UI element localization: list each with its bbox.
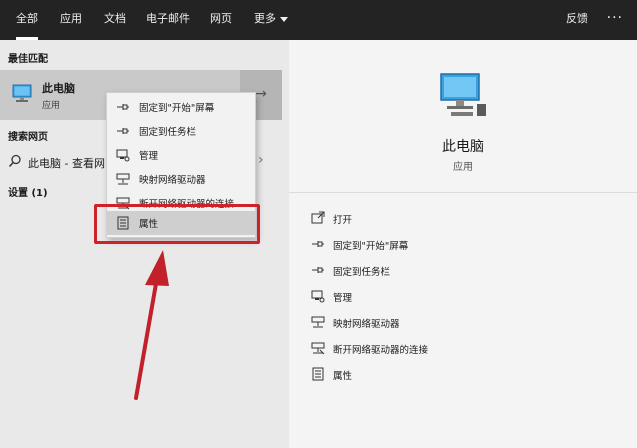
search-icon [8, 154, 21, 168]
action-label: 映射网络驱动器 [333, 319, 400, 330]
pin-icon [312, 267, 324, 273]
search-filter-bar: 全部 应用 文档 电子邮件 网页 更多 反馈 ··· [0, 0, 637, 40]
action-label: 管理 [333, 293, 353, 304]
context-menu-map-drive[interactable]: 映射网络驱动器 [107, 167, 255, 191]
this-pc-icon [440, 73, 486, 116]
tab-apps[interactable]: 应用 [60, 0, 82, 40]
tab-documents[interactable]: 文档 [104, 0, 126, 40]
detail-subtitle: 应用 [453, 162, 473, 173]
context-menu-pin-taskbar[interactable]: 固定到任务栏 [107, 119, 255, 143]
detail-pane: 此电脑 应用 打开 固定到"开始"屏幕 固定到任务栏 管理 映射网络驱动器 断开… [289, 40, 637, 448]
pin-icon [117, 128, 129, 134]
divider [289, 192, 637, 193]
tab-web[interactable]: 网页 [210, 0, 232, 40]
pin-icon [312, 241, 324, 247]
network-drive-icon [311, 316, 325, 328]
tab-more-label: 更多 [254, 12, 276, 25]
best-match-subtitle: 应用 [42, 101, 61, 111]
highlight-box [94, 204, 260, 244]
action-pin-start[interactable]: 固定到"开始"屏幕 [289, 232, 637, 258]
chevron-right-icon[interactable]: › [258, 152, 264, 168]
best-match-title: 此电脑 [42, 82, 75, 95]
action-manage[interactable]: 管理 [289, 284, 637, 310]
action-label: 打开 [333, 215, 353, 226]
settings-heading[interactable]: 设置 (1) [8, 184, 48, 199]
manage-icon [116, 149, 130, 162]
action-open[interactable]: 打开 [289, 206, 637, 232]
action-label: 固定到"开始"屏幕 [333, 241, 409, 252]
tab-all[interactable]: 全部 [16, 0, 38, 40]
context-menu-label: 映射网络驱动器 [139, 175, 206, 186]
action-label: 断开网络驱动器的连接 [333, 345, 429, 356]
tab-more[interactable]: 更多 [254, 0, 288, 40]
properties-icon [312, 367, 324, 381]
more-options-button[interactable]: ··· [607, 0, 623, 40]
this-pc-icon [12, 84, 32, 102]
tab-email[interactable]: 电子邮件 [146, 0, 190, 40]
disconnect-drive-icon [311, 342, 325, 355]
manage-icon [311, 290, 325, 303]
pin-icon [117, 104, 129, 110]
context-menu-label: 固定到"开始"屏幕 [139, 103, 215, 114]
action-map-drive[interactable]: 映射网络驱动器 [289, 310, 637, 336]
context-menu-label: 固定到任务栏 [139, 127, 197, 138]
context-menu-pin-start[interactable]: 固定到"开始"屏幕 [107, 95, 255, 119]
chevron-down-icon [280, 16, 288, 22]
network-drive-icon [116, 173, 130, 185]
context-menu-label: 管理 [139, 151, 159, 162]
action-disconnect-drive[interactable]: 断开网络驱动器的连接 [289, 336, 637, 362]
best-match-heading: 最佳匹配 [8, 54, 48, 65]
web-search-heading: 搜索网页 [8, 132, 48, 143]
detail-title: 此电脑 [442, 139, 484, 155]
feedback-button[interactable]: 反馈 [566, 0, 588, 40]
open-icon [311, 211, 325, 224]
web-search-text: 此电脑 - 查看网 [28, 157, 105, 170]
action-properties[interactable]: 属性 [289, 362, 637, 388]
context-menu-manage[interactable]: 管理 [107, 143, 255, 167]
action-pin-taskbar[interactable]: 固定到任务栏 [289, 258, 637, 284]
action-label: 属性 [333, 371, 353, 382]
action-label: 固定到任务栏 [333, 267, 391, 278]
